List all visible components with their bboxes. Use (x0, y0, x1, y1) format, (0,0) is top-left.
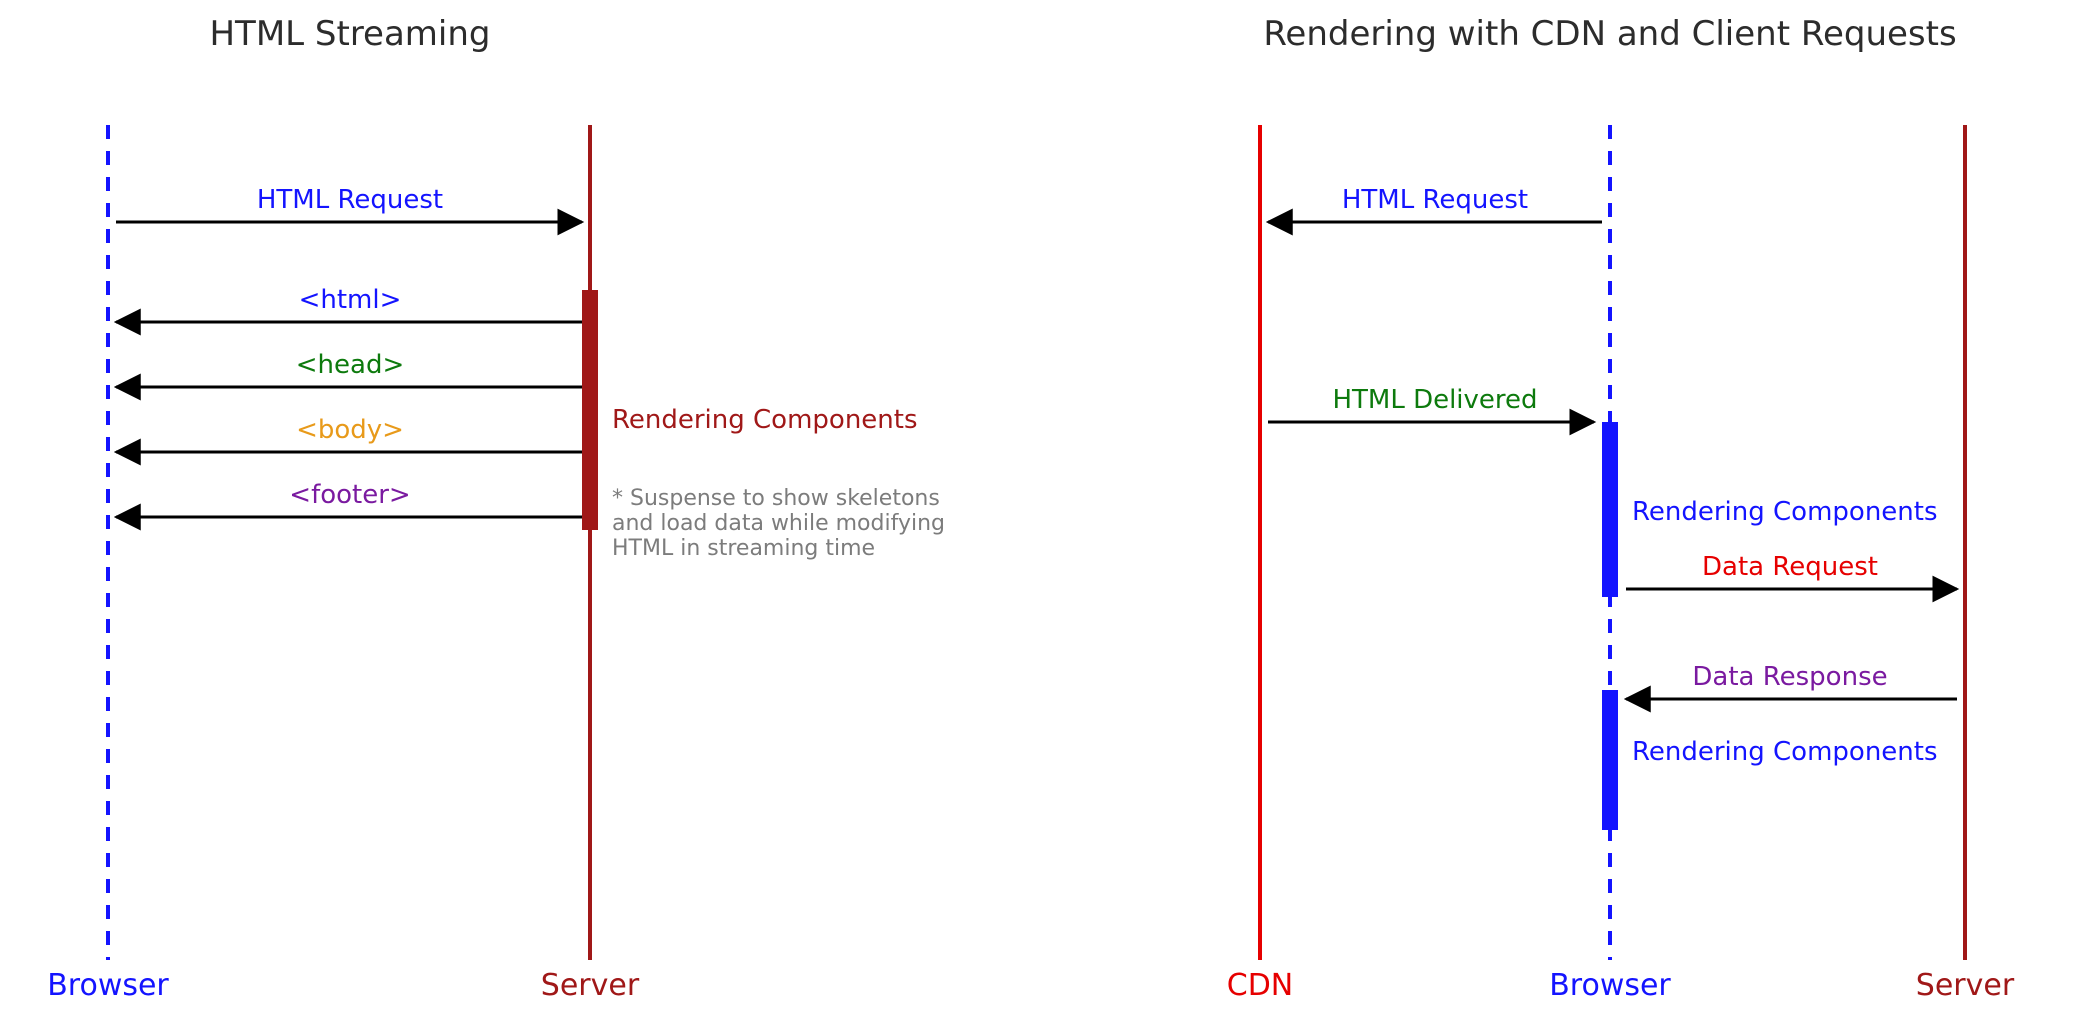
right-activation-bar-1 (1602, 422, 1618, 597)
right-msg-data-req: Data Request (1626, 552, 1957, 589)
left-title: HTML Streaming (209, 14, 490, 54)
left-activation-label: Rendering Components (612, 405, 918, 435)
right-activation-bar-2 (1602, 690, 1618, 830)
right-server-label: Server (1916, 968, 2015, 1003)
left-activation-bar (582, 290, 598, 530)
sequence-diagram: HTML Streaming Browser Server HTML Reque… (0, 0, 2100, 1010)
right-render1-label: Rendering Components (1632, 497, 1938, 527)
left-server-label: Server (541, 968, 640, 1003)
right-msg-request: HTML Request (1268, 185, 1602, 222)
left-msg-request-label: HTML Request (257, 185, 443, 215)
left-msg-html-label: <html> (299, 285, 402, 315)
left-msg-footer: <footer> (116, 480, 582, 517)
right-cdn-label: CDN (1227, 968, 1294, 1003)
left-footnote-l3: HTML in streaming time (612, 536, 875, 561)
left-msg-head: <head> (116, 350, 582, 387)
right-msg-delivered: HTML Delivered (1268, 385, 1594, 422)
left-msg-body: <body> (116, 415, 582, 452)
right-title: Rendering with CDN and Client Requests (1263, 14, 1956, 54)
right-msg-data-resp-label: Data Response (1692, 662, 1887, 692)
left-footnote-l2: and load data while modifying (612, 511, 945, 536)
left-msg-body-label: <body> (296, 415, 404, 445)
right-diagram: Rendering with CDN and Client Requests C… (1227, 14, 2015, 1003)
right-msg-data-resp: Data Response (1626, 662, 1957, 699)
right-browser-label: Browser (1549, 968, 1671, 1003)
left-footnote-l1: * Suspense to show skeletons (612, 486, 940, 511)
right-msg-request-label: HTML Request (1342, 185, 1528, 215)
left-msg-footer-label: <footer> (289, 480, 410, 510)
left-browser-label: Browser (47, 968, 169, 1003)
left-msg-html: <html> (116, 285, 582, 322)
left-diagram: HTML Streaming Browser Server HTML Reque… (47, 14, 945, 1003)
left-msg-head-label: <head> (296, 350, 404, 380)
right-msg-data-req-label: Data Request (1702, 552, 1878, 582)
right-render2-label: Rendering Components (1632, 737, 1938, 767)
left-msg-request: HTML Request (116, 185, 582, 222)
right-msg-delivered-label: HTML Delivered (1332, 385, 1537, 415)
